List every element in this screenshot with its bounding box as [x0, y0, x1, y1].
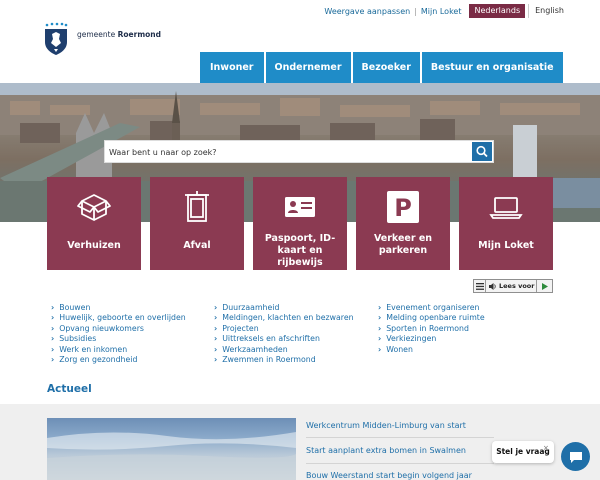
divider: [306, 437, 494, 438]
mijn-loket-link[interactable]: Mijn Loket: [421, 7, 462, 16]
link-sporten[interactable]: Sporten in Roermond: [378, 324, 485, 334]
language-nl-button[interactable]: Nederlands: [469, 4, 526, 18]
news-photo-image: [47, 432, 296, 480]
link-verkiezingen[interactable]: Verkiezingen: [378, 334, 485, 344]
divider: |: [414, 6, 417, 16]
play-button[interactable]: [536, 280, 552, 292]
links-column-1: Bouwen Huwelijk, geboorte en overlijden …: [51, 303, 186, 365]
logo-text: gemeente Roermond: [77, 30, 161, 39]
chat-icon: [569, 451, 582, 463]
tile-label: Verhuizen: [67, 240, 121, 251]
language-switcher: Nederlands English: [469, 4, 570, 18]
link-subsidies[interactable]: Subsidies: [51, 334, 186, 344]
link-opvang-nieuwkomers[interactable]: Opvang nieuwkomers: [51, 324, 186, 334]
logo-prefix: gemeente: [77, 30, 116, 39]
utility-bar: Weergave aanpassen | Mijn Loket Nederlan…: [324, 4, 570, 18]
tile-mijn-loket[interactable]: Mijn Loket: [459, 177, 553, 270]
quick-tiles: Verhuizen Afval Paspoort, ID-kaart en ri…: [47, 177, 553, 270]
speaker-icon: [489, 282, 496, 290]
nav-inwoner[interactable]: Inwoner: [200, 52, 264, 83]
box-icon: [47, 189, 141, 225]
menu-icon[interactable]: [474, 280, 486, 292]
close-icon[interactable]: ×: [543, 444, 549, 452]
news-item-bouw-weerstand[interactable]: Bouw Weerstand start begin volgend jaar: [306, 471, 491, 480]
tile-label: Paspoort, ID-kaart en rijbewijs: [264, 233, 336, 268]
waste-container-icon: [150, 189, 244, 225]
link-uittreksels[interactable]: Uittreksels en afschriften: [214, 334, 354, 344]
chat-button[interactable]: [561, 442, 590, 471]
nav-bestuur-en-organisatie[interactable]: Bestuur en organisatie: [421, 52, 563, 83]
svg-text:P: P: [394, 194, 412, 222]
link-duurzaamheid[interactable]: Duurzaamheid: [214, 303, 354, 313]
link-werk-en-inkomen[interactable]: Werk en inkomen: [51, 345, 186, 355]
link-projecten[interactable]: Projecten: [214, 324, 354, 334]
lees-voor-label: Lees voor: [499, 282, 535, 290]
lees-voor-label-wrap: Lees voor: [486, 282, 536, 290]
link-evenement[interactable]: Evenement organiseren: [378, 303, 485, 313]
search-bar: [104, 140, 494, 163]
link-melding-openbare-ruimte[interactable]: Melding openbare ruimte: [378, 313, 484, 323]
logo[interactable]: gemeente Roermond: [42, 22, 172, 58]
link-zwemmen[interactable]: Zwemmen in Roermond: [214, 355, 354, 365]
id-card-icon: [253, 189, 347, 225]
nav-bezoeker[interactable]: Bezoeker: [352, 52, 420, 83]
tile-verkeer-en-parkeren[interactable]: P Verkeer en parkeren: [356, 177, 450, 270]
tile-label: Verkeer en parkeren: [373, 233, 433, 256]
search-input[interactable]: [109, 145, 469, 160]
language-en-button[interactable]: English: [528, 4, 570, 18]
news-item-werkcentrum[interactable]: Werkcentrum Midden-Limburg van start: [306, 421, 491, 430]
main-nav: Inwoner Ondernemer Bezoeker Bestuur en o…: [200, 52, 565, 83]
links-column-2: Duurzaamheid Meldingen, klachten en bezw…: [214, 303, 354, 365]
actueel-heading: Actueel: [47, 383, 92, 395]
divider: [306, 463, 494, 464]
coat-of-arms-icon: [45, 22, 68, 55]
lees-voor-player[interactable]: Lees voor: [473, 279, 553, 293]
tile-label: Mijn Loket: [478, 240, 534, 251]
link-werkzaamheden[interactable]: Werkzaamheden: [214, 345, 354, 355]
search-button[interactable]: [472, 142, 492, 161]
link-wonen[interactable]: Wonen: [378, 345, 485, 355]
link-zorg-en-gezondheid[interactable]: Zorg en gezondheid: [51, 355, 186, 365]
play-icon: [541, 282, 548, 290]
nav-ondernemer[interactable]: Ondernemer: [265, 52, 351, 83]
logo-name: Roermond: [117, 30, 161, 39]
news-item-bomen-swalmen[interactable]: Start aanplant extra bomen in Swalmen: [306, 446, 491, 455]
links-column-3: Evenement organiseren Melding openbare r…: [378, 303, 485, 355]
link-meldingen[interactable]: Meldingen, klachten en bezwaren: [214, 313, 353, 323]
tile-verhuizen[interactable]: Verhuizen: [47, 177, 141, 270]
weergave-aanpassen-link[interactable]: Weergave aanpassen: [324, 7, 410, 16]
link-bouwen[interactable]: Bouwen: [51, 303, 186, 313]
parking-icon: P: [356, 189, 450, 225]
tile-label: Afval: [183, 240, 211, 251]
news-image[interactable]: [47, 418, 296, 480]
search-icon: [476, 145, 488, 158]
link-huwelijk[interactable]: Huwelijk, geboorte en overlijden: [51, 313, 186, 323]
tile-afval[interactable]: Afval: [150, 177, 244, 270]
laptop-icon: [459, 189, 553, 225]
tile-paspoort-id-rijbewijs[interactable]: Paspoort, ID-kaart en rijbewijs: [253, 177, 347, 270]
